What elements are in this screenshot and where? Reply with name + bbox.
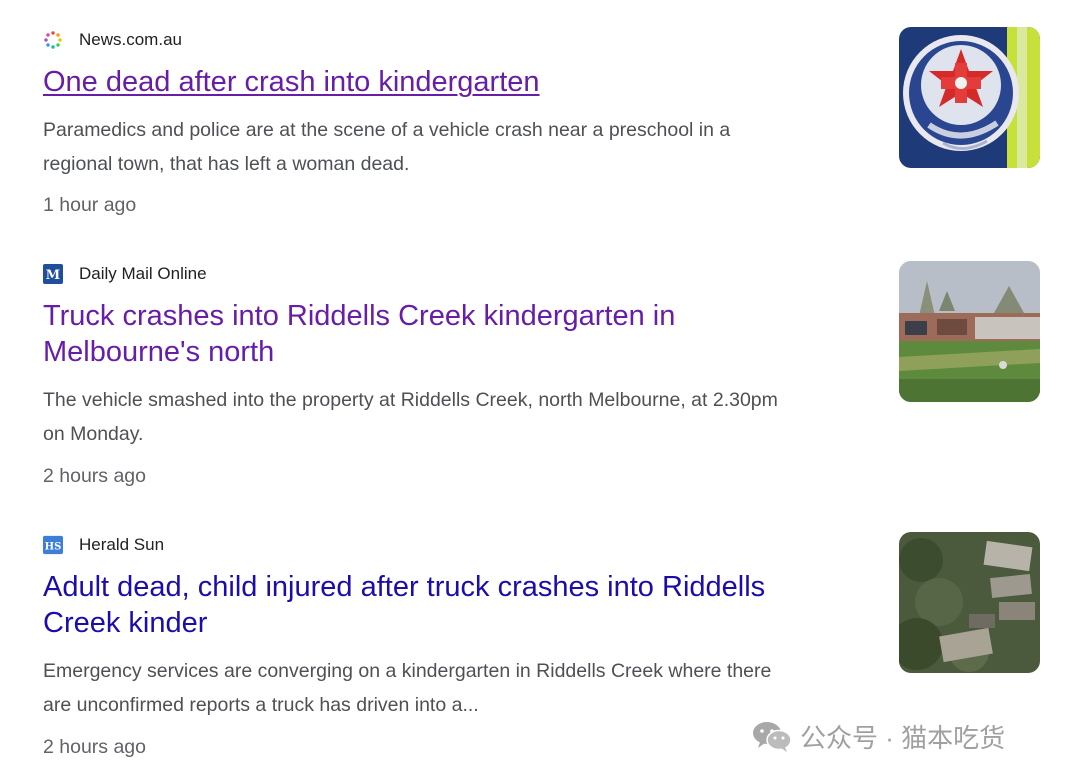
headline-line: Truck crashes into Riddells Creek kinder…: [43, 300, 676, 332]
source-name: Herald Sun: [79, 535, 165, 554]
kindergarten-building-image[interactable]: [899, 261, 1040, 402]
ambulance-victoria-badge-image[interactable]: [899, 27, 1040, 168]
wechat-icon: [752, 719, 792, 753]
source-name: News.com.au: [79, 30, 182, 49]
headline-link[interactable]: Adult dead, child injured after truck cr…: [43, 569, 843, 641]
snippet: Emergency services are converging on a k…: [43, 654, 863, 722]
headline-line: Creek kinder: [43, 607, 208, 639]
snippet-line: on Monday.: [43, 423, 144, 445]
svg-text:HS: HS: [45, 542, 62, 553]
newscomau-logo-icon: [43, 30, 63, 50]
snippet: Paramedics and police are at the scene o…: [43, 113, 863, 181]
daily-mail-logo-icon: M: [43, 264, 63, 284]
svg-text:M: M: [46, 268, 60, 283]
snippet-line: regional town, that has left a woman dea…: [43, 153, 410, 175]
headline-link[interactable]: Truck crashes into Riddells Creek kinder…: [43, 298, 843, 370]
herald-sun-logo-icon: HS: [43, 535, 63, 555]
source-name: Daily Mail Online: [79, 264, 207, 283]
timestamp: 1 hour ago: [43, 194, 137, 216]
snippet-line: Emergency services are converging on a k…: [43, 660, 772, 682]
timestamp: 2 hours ago: [43, 736, 146, 758]
watermark: 公众号 · 猫本吃货: [752, 716, 1005, 756]
headline-line: Adult dead, child injured after truck cr…: [43, 571, 766, 603]
source-row[interactable]: HS Herald Sun: [43, 533, 164, 557]
snippet-line: are unconfirmed reports a truck has driv…: [43, 694, 479, 716]
aerial-view-image[interactable]: [899, 532, 1040, 673]
headline-line: Melbourne's north: [43, 336, 275, 368]
watermark-text: 公众号 · 猫本吃货: [800, 722, 1006, 753]
source-row[interactable]: M Daily Mail Online: [43, 262, 207, 286]
source-row[interactable]: News.com.au: [43, 28, 182, 52]
snippet: The vehicle smashed into the property at…: [43, 383, 863, 451]
timestamp: 2 hours ago: [43, 465, 146, 487]
snippet-line: The vehicle smashed into the property at…: [43, 389, 778, 411]
headline-link[interactable]: One dead after crash into kindergarten: [43, 64, 843, 100]
snippet-line: Paramedics and police are at the scene o…: [43, 119, 731, 141]
